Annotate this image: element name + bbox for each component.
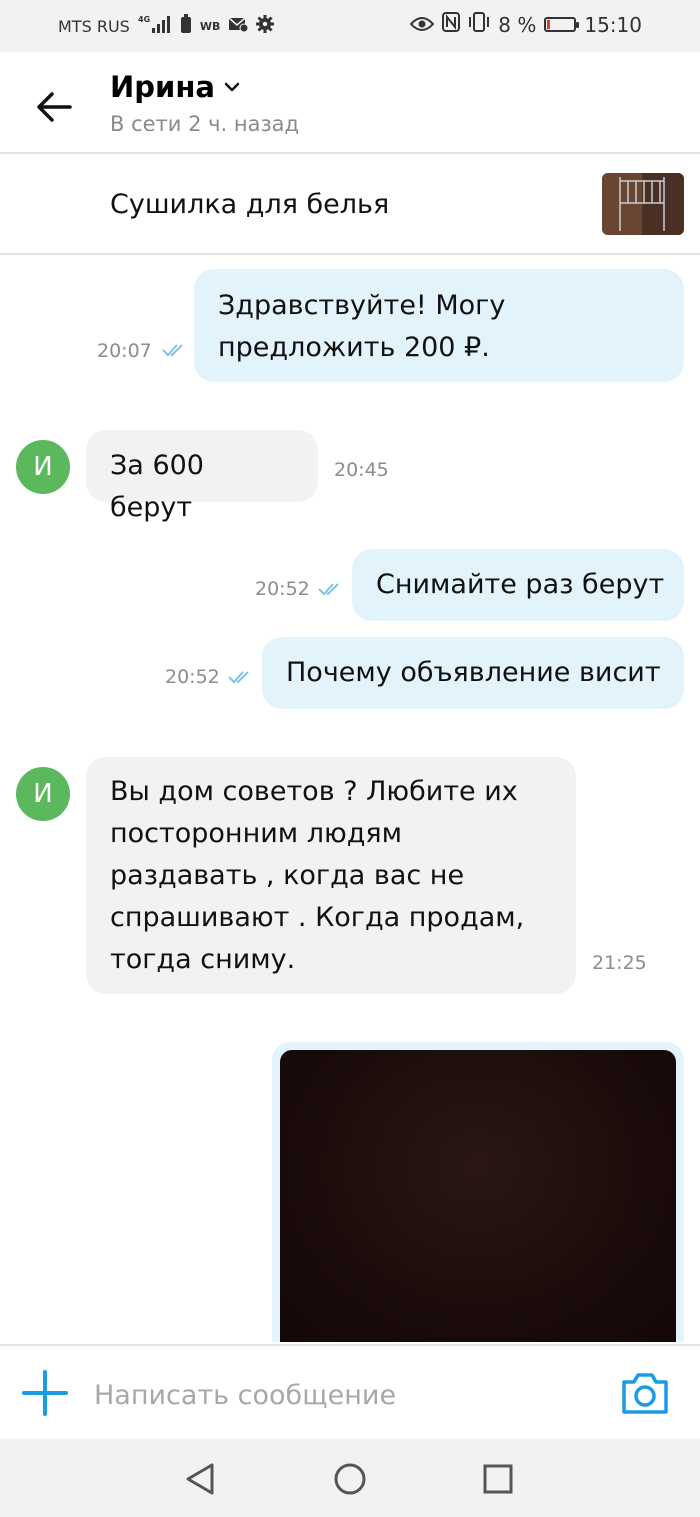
message-composer [0, 1344, 700, 1441]
nav-home-button[interactable] [330, 1459, 370, 1499]
listing-thumbnail[interactable] [602, 173, 684, 235]
message-line: посторонним людям [110, 818, 402, 849]
photo-image[interactable] [280, 1050, 676, 1342]
avatar[interactable]: И [16, 767, 70, 821]
message-line: спрашивают . Когда продам, [110, 902, 525, 933]
message-input[interactable] [92, 1366, 596, 1424]
camera-icon [622, 1373, 668, 1414]
back-button[interactable] [28, 82, 82, 132]
incoming-message[interactable]: Вы дом советов ? Любите их посторонним л… [86, 757, 576, 994]
battery-icon [544, 17, 580, 32]
message-time: 20:07 [97, 340, 152, 362]
triangle-back-icon [186, 1463, 214, 1495]
nav-recents-button[interactable] [478, 1459, 518, 1499]
read-ticks-icon [318, 583, 339, 596]
carrier-label: MTS RUS [58, 17, 130, 36]
battery-percent: 8 % [498, 12, 537, 37]
system-nav-bar [0, 1439, 700, 1517]
message-line: За 600 берут [110, 450, 204, 523]
incoming-message[interactable]: За 600 берут [86, 430, 318, 523]
attach-button[interactable] [20, 1368, 70, 1418]
message-time: 21:25 [592, 952, 647, 974]
eye-icon [409, 13, 435, 37]
message-line: тогда сниму. [110, 944, 296, 975]
status-right: 8 % 15:10 [409, 12, 642, 37]
circle-home-icon [334, 1463, 366, 1495]
mail-icon [228, 16, 249, 37]
dryer-image [602, 173, 684, 235]
message-line: Здравствуйте! Могу [218, 290, 506, 321]
nfc-icon [442, 12, 461, 37]
chat-screen: MTS RUS 4G WB 8 % 15:10 Ирина В сети 2 ч… [0, 0, 700, 1517]
square-recents-icon [483, 1464, 513, 1494]
battery-level [547, 20, 550, 29]
listing-bar[interactable]: Сушилка для белья [0, 154, 700, 255]
status-bar: MTS RUS 4G WB 8 % 15:10 [0, 0, 700, 52]
message-line: Снимайте раз берут [376, 569, 665, 600]
chevron-down-icon [224, 82, 240, 92]
listing-title: Сушилка для белья [110, 189, 390, 220]
network-badge: 4G [138, 15, 150, 24]
outgoing-message[interactable]: Снимайте раз берут [352, 549, 684, 621]
message-line: раздавать , когда вас не [110, 860, 465, 891]
status-left: MTS RUS 4G WB [58, 14, 275, 39]
avatar[interactable]: И [16, 440, 70, 494]
nav-back-button[interactable] [180, 1459, 220, 1499]
message-line: Вы дом советов ? Любите их [110, 776, 518, 807]
battery-saver-icon [180, 14, 192, 39]
message-time: 20:45 [334, 459, 389, 481]
chat-header: Ирина В сети 2 ч. назад [0, 52, 700, 154]
signal-icon: 4G [138, 14, 172, 39]
contact-name: Ирина [110, 70, 215, 104]
read-ticks-icon [228, 671, 249, 684]
plus-icon [22, 1370, 68, 1416]
message-line: предложить 200 ₽. [218, 332, 490, 363]
message-time: 20:52 [165, 666, 220, 688]
outgoing-message[interactable]: Почему объявление висит [262, 637, 684, 709]
gear-icon [256, 15, 275, 38]
clock: 15:10 [584, 12, 642, 37]
message-time: 20:52 [255, 578, 310, 600]
contact-status: В сети 2 ч. назад [110, 112, 300, 136]
arrow-left-icon [37, 92, 72, 122]
app-badge: WB [199, 20, 221, 33]
avatar-initial: И [33, 452, 53, 482]
avatar-initial: И [33, 779, 53, 809]
contact-name-button[interactable]: Ирина [110, 70, 241, 104]
read-ticks-icon [162, 344, 183, 357]
vibrate-icon [468, 12, 490, 37]
outgoing-message[interactable]: Здравствуйте! Могу предложить 200 ₽. [194, 269, 684, 382]
message-line: Почему объявление висит [286, 657, 661, 688]
camera-button[interactable] [620, 1370, 670, 1416]
